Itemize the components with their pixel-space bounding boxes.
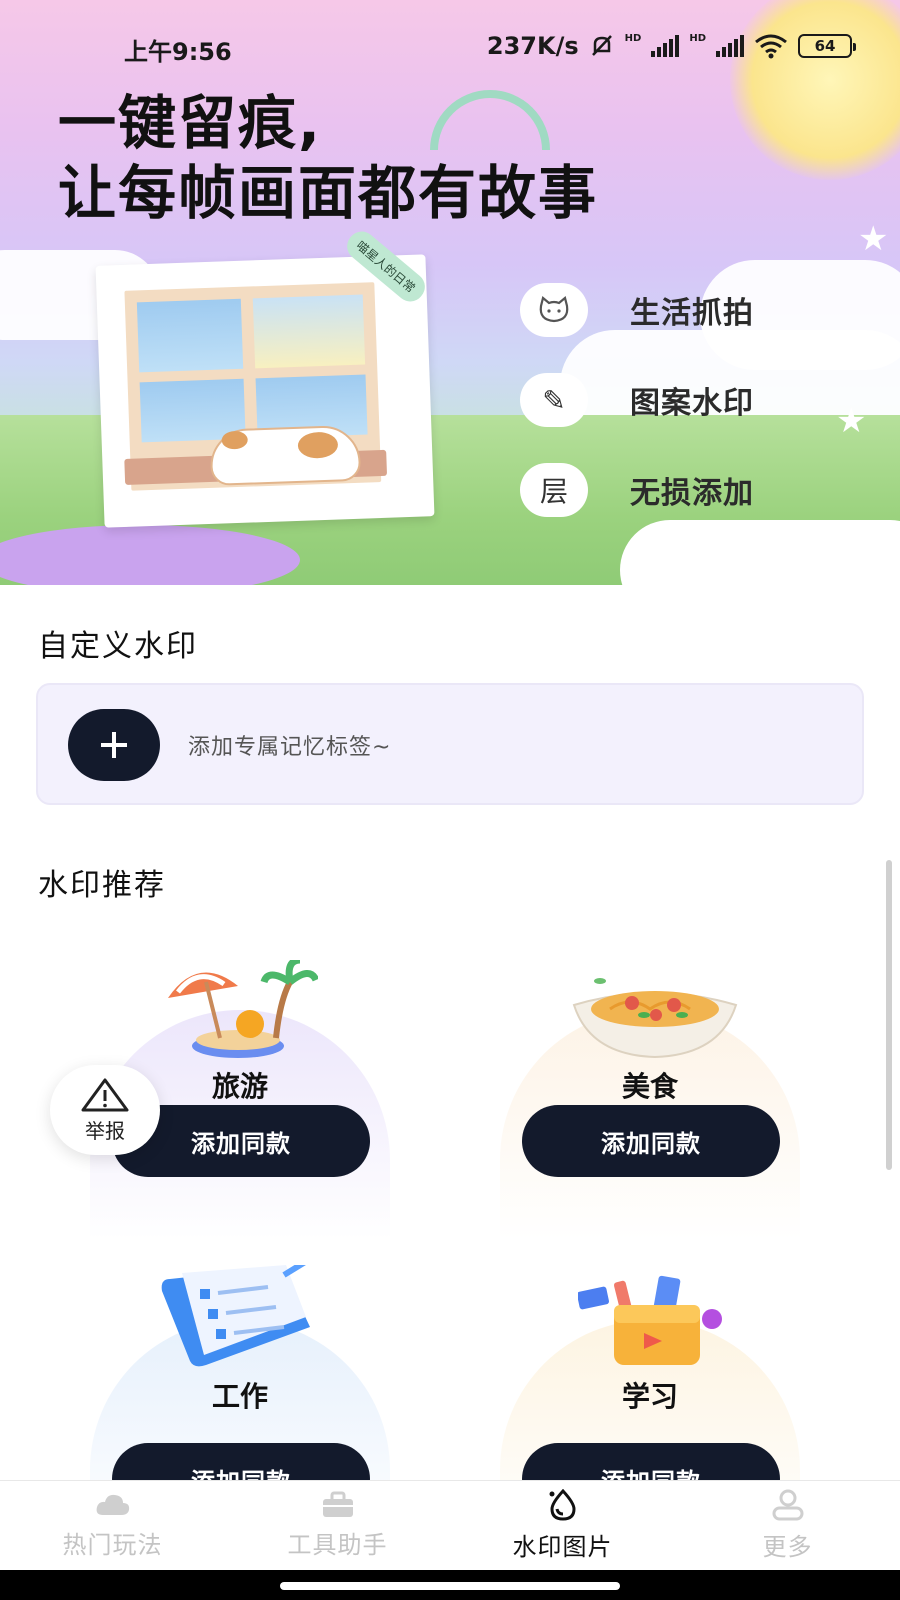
toolbox-icon [322,1491,353,1517]
polaroid-photo [95,254,435,528]
water-drop-icon [549,1489,576,1521]
add-memory-tag-text: 添加专属记忆标签~ [188,735,392,760]
signal-icon [716,35,744,57]
hero-title-line2: 让每帧画面都有故事 [58,159,599,227]
bottom-nav: 热门玩法 工具助手 水印图片 更多 [0,1480,900,1570]
nav-label: 水印图片 [512,1533,613,1561]
star-decoration: ★ [836,401,867,441]
nav-item-tools[interactable]: 工具助手 [225,1481,450,1570]
feature-lossless-add: 层 无损添加 [520,462,780,518]
recommend-item-food: 美食 添加同款 [500,955,800,1240]
hero-banner: ★ ★ 上午9:56 237K/s HD HD 64 一键留痕, 让每帧画面都有… [0,0,900,585]
cloud-icon [96,1494,129,1515]
stationery-box-icon [578,1275,722,1365]
recommend-title: 水印推荐 [38,868,166,903]
pen-icon: ✎ [520,373,588,427]
pasta-bowl-icon [572,978,738,1059]
status-icons: 237K/s HD HD 64 [486,32,856,60]
signal-icon [651,35,680,57]
feature-life-snapshot: 生活抓拍 [520,282,780,338]
feature-pattern-watermark: ✎ 图案水印 [520,372,780,428]
tile-label: 工作 [211,1380,268,1413]
add-memory-tag-card[interactable]: 添加专属记忆标签~ [36,683,864,805]
wifi-icon [755,34,787,59]
add-button[interactable] [68,709,160,781]
nav-item-more[interactable]: 更多 [675,1481,900,1570]
cat-illustration [209,424,362,486]
cloud-decoration [620,520,900,585]
feature-label: 图案水印 [630,386,754,421]
gesture-bar [0,1570,900,1600]
nav-item-watermark[interactable]: 水印图片 [450,1481,675,1570]
user-icon [772,1489,803,1521]
nav-label: 更多 [762,1533,813,1561]
custom-watermark-title: 自定义水印 [38,629,198,664]
hero-title-line1: 一键留痕, [58,89,323,157]
feature-label: 无损添加 [630,476,754,511]
layer-char-icon: 层 [520,463,588,517]
status-bar: 上午9:56 237K/s HD HD 64 [0,28,900,66]
nav-label: 热门玩法 [62,1531,163,1559]
hero-title: 一键留痕, 让每帧画面都有故事 [58,88,598,228]
warning-icon [81,1078,129,1111]
window-illustration [124,282,388,491]
report-label: 举报 [85,1118,125,1143]
net-speed: 237K/s [486,32,579,60]
checklist-scroll-icon [161,1265,310,1367]
nav-label: 工具助手 [287,1531,388,1559]
add-same-button-food[interactable]: 添加同款 [522,1105,780,1177]
scrollbar[interactable] [886,860,892,1170]
tile-label: 学习 [621,1380,678,1413]
nav-item-hot-play[interactable]: 热门玩法 [0,1481,225,1570]
bell-muted-icon [591,35,612,56]
beach-island-icon [168,960,318,1058]
hd-label: HD [624,32,642,44]
feature-label: 生活抓拍 [630,296,754,331]
hd-label: HD [689,32,706,44]
plus-icon [101,732,127,758]
home-indicator[interactable] [280,1582,620,1590]
tile-label: 美食 [621,1070,678,1103]
cat-face-icon [520,283,588,337]
sun-decoration [730,0,900,180]
star-decoration: ★ [858,219,889,259]
battery-icon: 64 [798,34,856,58]
status-time: 上午9:56 [124,38,232,66]
report-button[interactable]: 举报 [50,1065,160,1155]
